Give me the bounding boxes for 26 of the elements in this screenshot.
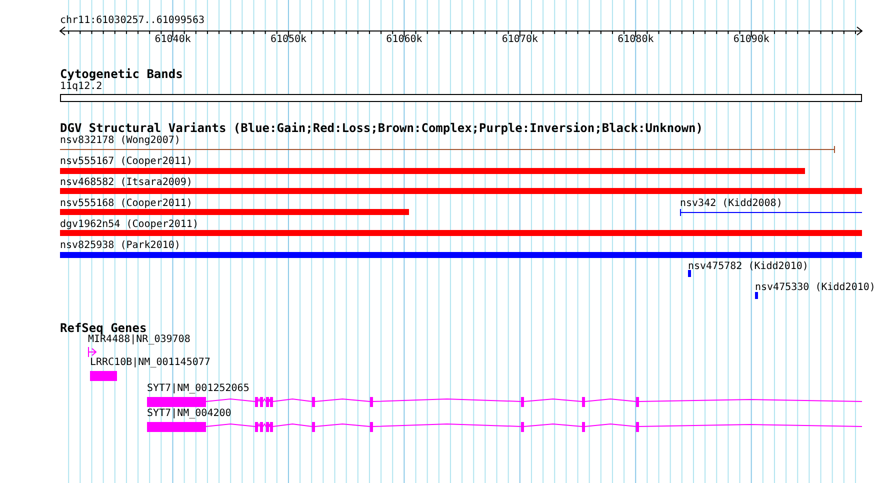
variant-label: nsv475782 (Kidd2010): [688, 261, 808, 273]
variant-label: nsv468582 (Itsara2009): [60, 177, 192, 189]
gene-label: SYT7|NM_004200: [147, 408, 232, 420]
track-title: RefSeq Genes: [60, 321, 147, 335]
gene-bar: [90, 371, 117, 381]
variant-label: nsv832178 (Wong2007): [60, 135, 180, 147]
cytoband-label: 11q12.2: [60, 81, 102, 93]
ruler-tick-label: 61080k: [618, 34, 654, 46]
region-label: chr11:61030257..61099563: [60, 15, 204, 27]
ruler-tick-label: 61050k: [270, 34, 307, 46]
track-title: DGV Structural Variants (Blue:Gain;Red:Loss;Brown:Complex;Purple:Inversion;Black:Unknown): [60, 121, 703, 135]
variant-label: nsv825938 (Park2010): [60, 240, 180, 252]
ruler-tick-label: 61040k: [154, 34, 191, 46]
ruler-tick-label: 61070k: [502, 34, 538, 46]
ruler-tick-label: 61060k: [386, 34, 422, 46]
variant-label: nsv555168 (Cooper2011): [60, 198, 192, 210]
gene-label: LRRC10B|NM_001145077: [90, 357, 210, 369]
variant-label: dgv1962n54 (Cooper2011): [60, 219, 198, 231]
track-title: Cytogenetic Bands: [60, 67, 183, 81]
gene-arrow-icon: [88, 347, 97, 357]
gene-label: MIR4488|NR_039708: [88, 334, 190, 346]
variant-label: nsv555167 (Cooper2011): [60, 156, 192, 168]
variant-label: nsv342 (Kidd2008): [680, 198, 782, 210]
variant-label: nsv475330 (Kidd2010): [755, 282, 876, 294]
gene-label: SYT7|NM_001252065: [147, 383, 250, 395]
ruler-tick-label: 61090k: [733, 34, 770, 46]
